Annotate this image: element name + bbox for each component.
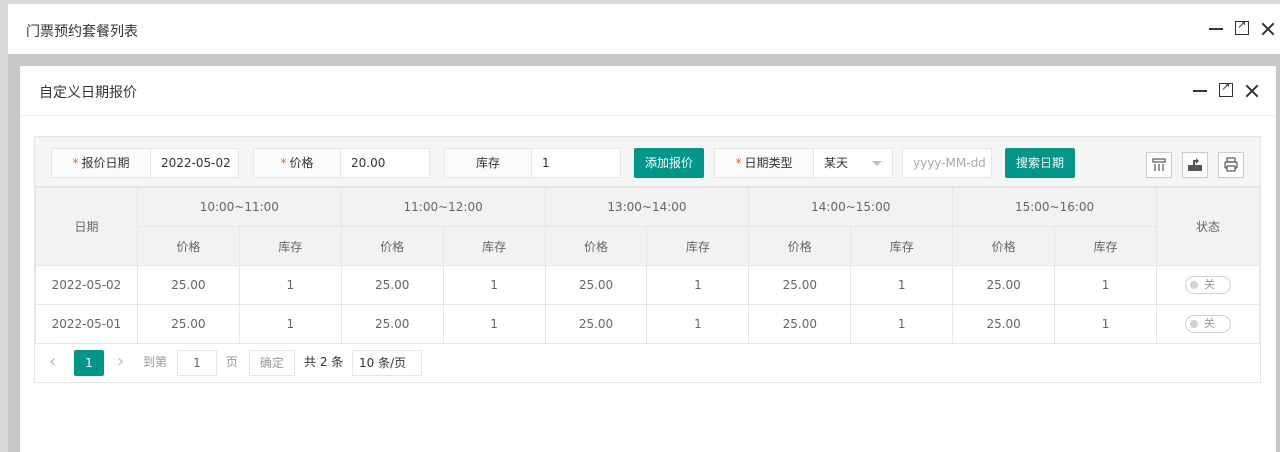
- date-type-value: 某天: [824, 156, 849, 170]
- price-cell: 25.00: [748, 265, 852, 305]
- stock-col-header: 库存: [646, 226, 750, 266]
- search-date-button[interactable]: 搜索日期: [1005, 148, 1075, 178]
- slot-header: 14:00~15:00: [748, 187, 954, 227]
- stock-cell: 1: [850, 265, 954, 305]
- stock-cell: 1: [850, 304, 954, 344]
- price-cell: 25.00: [952, 265, 1056, 305]
- status-toggle-text: 关: [1203, 278, 1215, 291]
- dialog-controls: [1186, 66, 1264, 116]
- price-cell: 25.00: [340, 304, 444, 344]
- status-cell: 关: [1155, 304, 1261, 344]
- outer-window-title: 门票预约套餐列表: [26, 24, 138, 40]
- maximize-icon[interactable]: [1216, 80, 1238, 102]
- required-mark: *: [735, 156, 742, 170]
- toolbar: * 报价日期 2022-05-02 * 价格 20.00 库存 1 添加报价 * 日期…: [35, 137, 1260, 187]
- price-col-header: 价格: [136, 226, 240, 266]
- price-cell: 25.00: [952, 304, 1056, 344]
- chevron-down-icon: [872, 161, 882, 166]
- outer-window-header: 门票预约套餐列表: [8, 4, 1280, 54]
- prev-page-button[interactable]: ‹: [49, 350, 65, 376]
- status-cell: 关: [1155, 265, 1261, 305]
- date-cell: 2022-05-02: [35, 265, 138, 305]
- date-quote-dialog: 自定义日期报价 *报价日期 2022-05-02 *价格 20.00 库存 1 …: [20, 66, 1276, 452]
- price-cell: 25.00: [340, 265, 444, 305]
- page-label: 页: [226, 355, 239, 369]
- slot-header: 15:00~16:00: [952, 187, 1157, 227]
- price-label: * 价格: [253, 148, 341, 178]
- per-page-select[interactable]: 10 条/页: [352, 350, 422, 376]
- goto-page-input[interactable]: 1: [177, 350, 217, 376]
- quote-date-label: * 报价日期: [51, 148, 151, 178]
- current-page[interactable]: 1: [74, 350, 104, 376]
- print-icon[interactable]: [1218, 152, 1244, 178]
- price-input[interactable]: 20.00: [340, 148, 430, 178]
- date-header: 日期: [35, 187, 138, 266]
- price-col-header: 价格: [340, 226, 444, 266]
- stock-cell: 1: [1054, 265, 1157, 305]
- outer-window-controls: [1202, 4, 1280, 54]
- price-cell: 25.00: [136, 265, 240, 305]
- pagination: ‹ 1 › 到第 1 页 确定 共 2 条 10 条/页: [35, 344, 1260, 382]
- stock-label: 库存: [444, 148, 532, 178]
- stock-cell: 1: [1054, 304, 1157, 344]
- dialog-header: 自定义日期报价: [20, 66, 1276, 116]
- minimize-icon[interactable]: [1190, 80, 1212, 102]
- stock-cell: 1: [238, 304, 342, 344]
- table-row: 2022-05-01 25.00 1 25.00 1 25.00 1 25.00…: [35, 304, 1261, 344]
- minimize-icon[interactable]: [1206, 18, 1228, 40]
- status-header: 状态: [1155, 187, 1261, 266]
- stock-cell: 1: [442, 265, 546, 305]
- stock-col-header: 库存: [442, 226, 546, 266]
- status-toggle[interactable]: 关: [1184, 276, 1231, 294]
- close-icon[interactable]: [1258, 18, 1280, 40]
- slot-header: 11:00~12:00: [340, 187, 546, 227]
- export-icon[interactable]: [1182, 152, 1208, 178]
- maximize-icon[interactable]: [1232, 18, 1254, 40]
- dialog-title: 自定义日期报价: [39, 85, 137, 101]
- stock-cell: 1: [442, 304, 546, 344]
- add-quote-button[interactable]: 添加报价: [634, 148, 704, 178]
- required-mark: *: [280, 156, 287, 170]
- price-cell: 25.00: [136, 304, 240, 344]
- stock-input[interactable]: 1: [531, 148, 621, 178]
- stock-col-header: 库存: [850, 226, 954, 266]
- stock-cell: 1: [646, 265, 750, 305]
- date-type-label-text: 日期类型: [744, 156, 793, 170]
- quote-date-label-text: 报价日期: [81, 156, 130, 170]
- stock-col-header: 库存: [1054, 226, 1157, 266]
- price-cell: 25.00: [748, 304, 852, 344]
- price-col-header: 价格: [748, 226, 852, 266]
- stock-cell: 1: [646, 304, 750, 344]
- price-cell: 25.00: [544, 304, 648, 344]
- toggle-knob: [1189, 281, 1198, 289]
- goto-label: 到第: [143, 355, 168, 369]
- date-type-select[interactable]: 某天: [813, 148, 893, 178]
- price-cell: 25.00: [544, 265, 648, 305]
- status-toggle-text: 关: [1203, 317, 1215, 330]
- columns-icon[interactable]: [1146, 152, 1172, 178]
- date-search-input[interactable]: yyyy-MM-dd: [902, 148, 992, 178]
- status-toggle[interactable]: 关: [1184, 315, 1231, 333]
- stock-col-header: 库存: [238, 226, 342, 266]
- quote-table: 日期 10:00~11:00 11:00~12:00 13:00~14:00 1…: [35, 187, 1261, 344]
- price-col-header: 价格: [544, 226, 648, 266]
- date-cell: 2022-05-01: [35, 304, 138, 344]
- close-icon[interactable]: [1242, 80, 1264, 102]
- date-type-label: * 日期类型: [714, 148, 814, 178]
- quote-panel: * 报价日期 2022-05-02 * 价格 20.00 库存 1 添加报价 * 日期…: [34, 136, 1261, 383]
- next-page-button[interactable]: ›: [117, 350, 133, 376]
- confirm-button[interactable]: 确定: [249, 350, 295, 376]
- price-col-header: 价格: [952, 226, 1056, 266]
- total-count: 共 2 条: [304, 355, 344, 369]
- quote-date-input[interactable]: 2022-05-02: [150, 148, 239, 178]
- toggle-knob: [1189, 320, 1198, 328]
- required-mark: *: [72, 156, 79, 170]
- table-row: 2022-05-02 25.00 1 25.00 1 25.00 1 25.00…: [35, 265, 1261, 305]
- stock-cell: 1: [238, 265, 342, 305]
- slot-header: 13:00~14:00: [544, 187, 750, 227]
- slot-header: 10:00~11:00: [136, 187, 342, 227]
- price-label-text: 价格: [289, 156, 314, 170]
